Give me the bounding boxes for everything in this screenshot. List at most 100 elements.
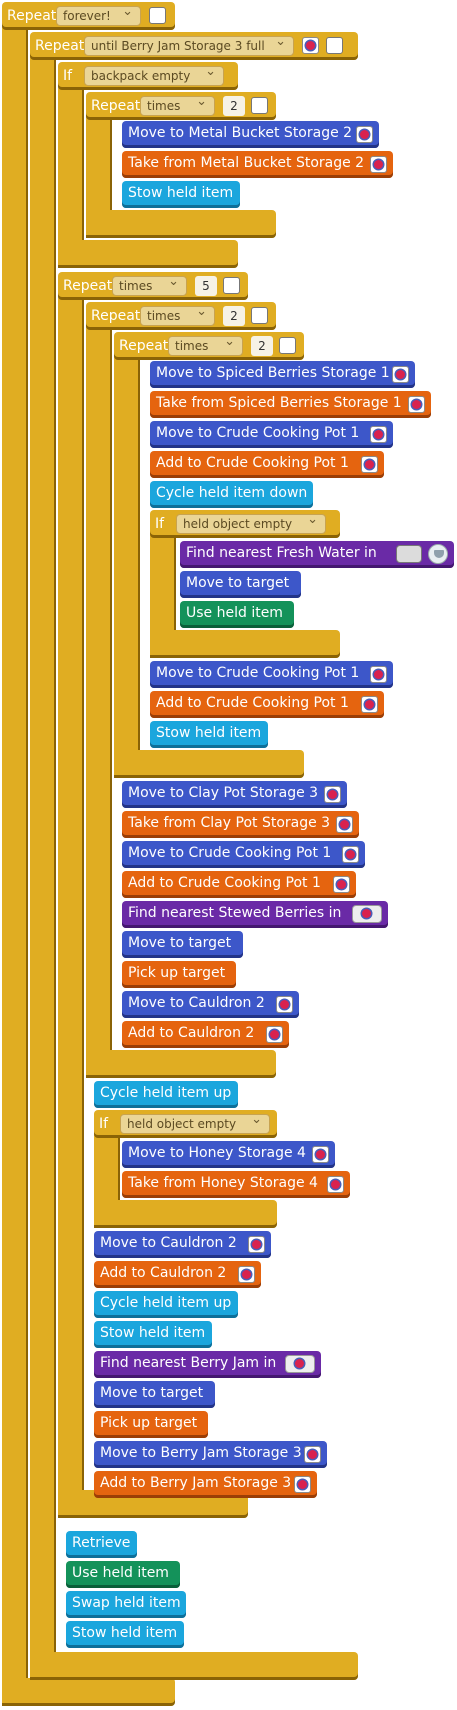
if-block-arm-shade <box>82 88 84 240</box>
add-to-cauldron-2-block[interactable]: Add to Cauldron 2 <box>122 1021 289 1048</box>
if-block-arm-shade <box>174 536 176 630</box>
target-icon[interactable] <box>248 1236 265 1253</box>
use-held-item-block[interactable]: Use held item <box>180 601 294 628</box>
target-icon[interactable] <box>238 1266 255 1283</box>
target-icon[interactable] <box>370 156 387 173</box>
move-to-metal-bucket-storage-2-block[interactable]: Move to Metal Bucket Storage 2 <box>122 121 379 148</box>
retrieve-block[interactable]: Retrieve <box>66 1531 137 1558</box>
target-icon[interactable] <box>327 1176 344 1193</box>
checkbox[interactable] <box>326 37 343 54</box>
cycle-held-item-up-block[interactable]: Cycle held item up <box>94 1291 238 1318</box>
if-block-footer <box>150 630 340 658</box>
checkbox[interactable] <box>223 277 240 294</box>
swap-held-item-block[interactable]: Swap held item <box>66 1591 186 1618</box>
move-to-crude-cooking-pot-1-block[interactable]: Move to Crude Cooking Pot 1 <box>150 661 393 688</box>
checkbox[interactable] <box>251 97 268 114</box>
repeat-block-arm <box>86 324 112 1078</box>
target-icon[interactable] <box>312 1146 329 1163</box>
block-keyword: If <box>63 68 73 84</box>
target-icon[interactable] <box>333 876 350 893</box>
if-block-footer <box>94 1200 277 1228</box>
move-to-crude-cooking-pot-1-block[interactable]: Move to Crude Cooking Pot 1 <box>122 841 365 868</box>
move-to-target-block[interactable]: Move to target <box>122 931 243 958</box>
condition-dropdown[interactable]: held object empty <box>120 1111 270 1134</box>
count-input[interactable]: 5 <box>195 276 217 296</box>
target-icon[interactable] <box>266 1026 283 1043</box>
move-to-honey-storage-4-block[interactable]: Move to Honey Storage 4 <box>122 1141 335 1168</box>
target-icon[interactable] <box>356 126 373 143</box>
repeat-block-arm-shade <box>82 298 84 1490</box>
item-slot[interactable] <box>396 545 422 563</box>
target-icon[interactable] <box>294 1476 311 1493</box>
count-input[interactable]: 2 <box>223 306 245 326</box>
take-from-honey-storage-4-block[interactable]: Take from Honey Storage 4 <box>122 1171 350 1198</box>
repeat-block-footer <box>86 1050 276 1078</box>
target-icon[interactable] <box>302 37 319 54</box>
target-icon[interactable] <box>276 996 293 1013</box>
target-icon[interactable] <box>336 816 353 833</box>
move-to-target-block[interactable]: Move to target <box>180 571 301 598</box>
block-keyword: If <box>155 516 165 532</box>
repeat-block-arm-shade <box>110 328 112 1050</box>
take-from-spiced-berries-storage-1-block[interactable]: Take from Spiced Berries Storage 1 <box>150 391 431 418</box>
checkbox[interactable] <box>149 7 166 24</box>
condition-dropdown[interactable]: until Berry Jam Storage 3 full <box>84 33 294 56</box>
target-icon[interactable] <box>408 396 425 413</box>
use-held-item-block[interactable]: Use held item <box>66 1561 180 1588</box>
move-to-target-block[interactable]: Move to target <box>94 1381 215 1408</box>
target-icon[interactable] <box>370 426 387 443</box>
stow-held-item-block[interactable]: Stow held item <box>122 181 240 208</box>
add-to-crude-cooking-pot-1-block[interactable]: Add to Crude Cooking Pot 1 <box>122 871 356 898</box>
condition-dropdown[interactable]: times <box>140 303 215 326</box>
take-from-clay-pot-storage-3-block[interactable]: Take from Clay Pot Storage 3 <box>122 811 359 838</box>
target-icon[interactable] <box>370 666 387 683</box>
add-to-cauldron-2-block[interactable]: Add to Cauldron 2 <box>94 1261 261 1288</box>
if-block-footer <box>58 240 238 268</box>
move-to-clay-pot-storage-3-block[interactable]: Move to Clay Pot Storage 3 <box>122 781 347 808</box>
condition-dropdown[interactable]: backpack empty <box>84 63 224 86</box>
add-to-berry-jam-storage-3-block[interactable]: Add to Berry Jam Storage 3 <box>94 1471 317 1498</box>
repeat-block-arm <box>2 24 28 1706</box>
repeat-block-arm-shade <box>110 118 112 210</box>
cycle-held-item-up-block[interactable]: Cycle held item up <box>94 1081 238 1108</box>
count-input[interactable]: 2 <box>223 96 245 116</box>
target-icon[interactable] <box>342 846 359 863</box>
target-icon[interactable] <box>304 1446 321 1463</box>
repeat-block-footer <box>114 750 304 778</box>
block-keyword: Repeat <box>63 278 113 294</box>
repeat-block-arm-shade <box>54 58 56 1652</box>
add-to-crude-cooking-pot-1-block[interactable]: Add to Crude Cooking Pot 1 <box>150 451 384 478</box>
target-icon[interactable] <box>285 1355 315 1373</box>
condition-dropdown[interactable]: times <box>140 93 215 116</box>
target-icon[interactable] <box>352 905 382 923</box>
target-icon[interactable] <box>361 696 378 713</box>
move-to-crude-cooking-pot-1-block[interactable]: Move to Crude Cooking Pot 1 <box>150 421 393 448</box>
checkbox[interactable] <box>251 307 268 324</box>
if-block-arm-shade <box>118 1136 120 1200</box>
count-input[interactable]: 2 <box>251 336 273 356</box>
take-from-metal-bucket-storage-2-block[interactable]: Take from Metal Bucket Storage 2 <box>122 151 393 178</box>
condition-dropdown[interactable]: times <box>168 333 243 356</box>
add-to-crude-cooking-pot-1-block[interactable]: Add to Crude Cooking Pot 1 <box>150 691 384 718</box>
stow-held-item-block[interactable]: Stow held item <box>150 721 268 748</box>
target-icon[interactable] <box>361 456 378 473</box>
find-nearest-stewed-berries-in-block[interactable]: Find nearest Stewed Berries in <box>122 901 388 928</box>
move-to-cauldron-2-block[interactable]: Move to Cauldron 2 <box>122 991 299 1018</box>
target-icon[interactable] <box>392 366 409 383</box>
pick-up-target-block[interactable]: Pick up target <box>122 961 236 988</box>
condition-dropdown[interactable]: forever! <box>56 3 141 26</box>
move-to-cauldron-2-block[interactable]: Move to Cauldron 2 <box>94 1231 271 1258</box>
stow-held-item-block[interactable]: Stow held item <box>94 1321 212 1348</box>
move-to-berry-jam-storage-3-block[interactable]: Move to Berry Jam Storage 3 <box>94 1441 327 1468</box>
move-to-spiced-berries-storage-1-block[interactable]: Move to Spiced Berries Storage 1 <box>150 361 415 388</box>
block-keyword: Repeat <box>91 308 141 324</box>
checkbox[interactable] <box>279 337 296 354</box>
condition-dropdown[interactable]: times <box>112 273 187 296</box>
condition-dropdown[interactable]: held object empty <box>176 511 326 534</box>
repeat-block-arm <box>114 354 140 778</box>
cycle-held-item-down-block[interactable]: Cycle held item down <box>150 481 313 508</box>
stow-held-item-block[interactable]: Stow held item <box>66 1621 184 1648</box>
water-bucket-icon <box>428 544 448 564</box>
target-icon[interactable] <box>324 786 341 803</box>
pick-up-target-block[interactable]: Pick up target <box>94 1411 208 1438</box>
